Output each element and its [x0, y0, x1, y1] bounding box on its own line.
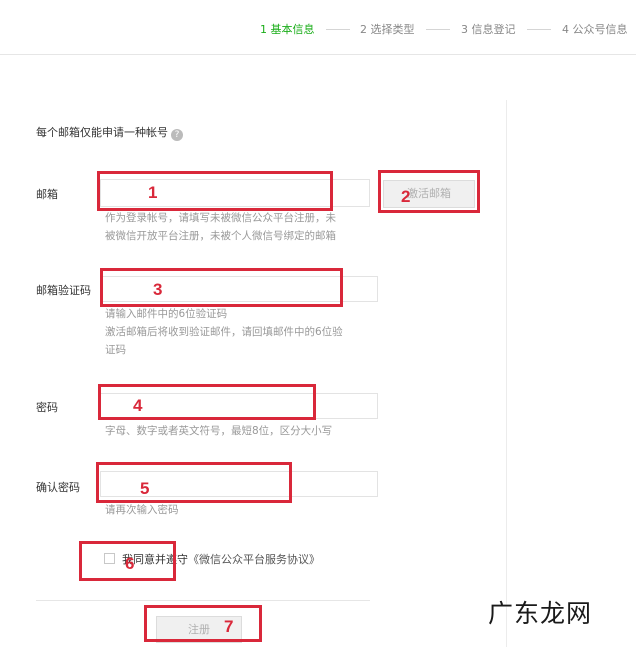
annotation-number-6: 6	[125, 554, 135, 573]
form-intro: 每个邮箱仅能申请一种帐号?	[36, 124, 183, 141]
code-help: 请输入邮件中的6位验证码 激活邮箱后将收到验证邮件，请回填邮件中的6位验 证码	[105, 305, 370, 359]
annotation-number-2: 2	[401, 187, 411, 206]
annotation-number-1: 1	[148, 183, 158, 202]
code-help-line-2: 证码	[105, 344, 126, 356]
confirm-password-help: 请再次输入密码	[105, 504, 179, 516]
step-1: 1 基本信息	[260, 23, 315, 36]
annotation-box-7	[144, 605, 262, 642]
annotation-box-1	[97, 171, 333, 211]
service-agreement-link[interactable]: 《微信公众平台服务协议》	[188, 553, 320, 566]
watermark-logo: 广东龙网	[488, 599, 593, 628]
email-help: 作为登录帐号，请填写未被微信公众平台注册，未 被微信开放平台注册，未被个人微信号…	[105, 209, 370, 245]
confirm-password-label: 确认密码	[36, 481, 80, 494]
form-separator	[36, 600, 370, 601]
annotation-box-4	[98, 384, 316, 420]
password-label: 密码	[36, 401, 58, 414]
annotation-box-5	[96, 462, 292, 503]
email-help-line-2: 被微信开放平台注册，未被个人微信号绑定的邮箱	[105, 230, 336, 242]
annotation-box-3	[100, 268, 343, 307]
code-label: 邮箱验证码	[36, 284, 91, 297]
annotation-box-2	[378, 170, 480, 213]
code-hint: 请输入邮件中的6位验证码	[105, 308, 228, 320]
intro-text: 每个邮箱仅能申请一种帐号	[36, 126, 168, 139]
annotation-number-3: 3	[153, 280, 163, 299]
email-help-line-1: 作为登录帐号，请填写未被微信公众平台注册，未	[105, 212, 336, 224]
email-label: 邮箱	[36, 188, 58, 201]
annotation-number-5: 5	[140, 479, 150, 498]
annotation-number-7: 7	[224, 617, 234, 636]
step-connector	[527, 29, 551, 30]
password-help: 字母、数字或者英文符号，最短8位，区分大小写	[105, 425, 333, 437]
step-connector	[326, 29, 350, 30]
annotation-number-4: 4	[133, 396, 143, 415]
step-4: 4 公众号信息	[562, 23, 628, 36]
question-icon[interactable]: ?	[171, 129, 183, 141]
step-2: 2 选择类型	[360, 23, 415, 36]
column-divider	[506, 100, 507, 647]
step-connector	[426, 29, 450, 30]
steps-bar: 1 基本信息 2 选择类型 3 信息登记 4 公众号信息	[0, 0, 636, 55]
code-help-line-1: 激活邮箱后将收到验证邮件，请回填邮件中的6位验	[105, 326, 343, 338]
step-3: 3 信息登记	[461, 23, 516, 36]
